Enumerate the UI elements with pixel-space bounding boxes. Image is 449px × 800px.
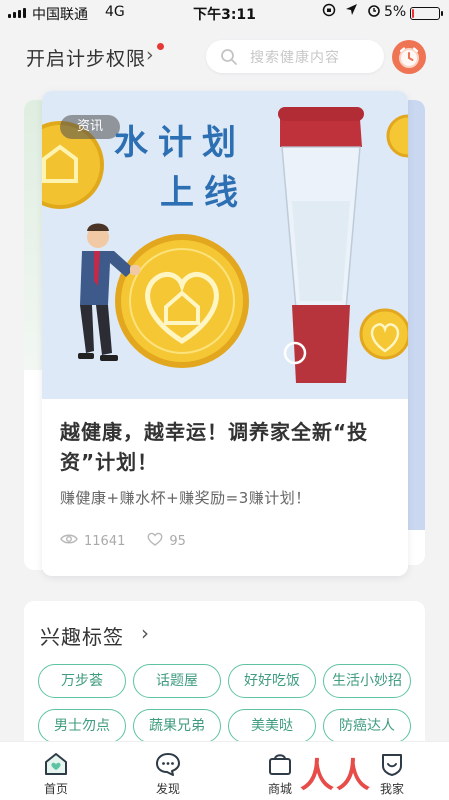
article-banner: 资讯 水计划 上线 — [42, 91, 408, 399]
interest-tag[interactable]: 美美哒 — [228, 709, 316, 743]
status-bar: 中国联通 4G 下午3:11 5% — [0, 0, 449, 26]
tab-discover[interactable]: 发现 — [128, 742, 208, 800]
view-count: 11641 — [84, 533, 126, 549]
eye-icon — [60, 533, 78, 549]
like-count: 95 — [169, 533, 186, 549]
heart-icon[interactable] — [147, 532, 163, 550]
clock-time: 下午3:11 — [193, 7, 256, 23]
search-input[interactable]: 搜索健康内容 — [206, 40, 384, 73]
clock-icon — [399, 47, 419, 68]
interest-tag[interactable]: 生活小妙招 — [323, 664, 411, 698]
alarm-clock-button[interactable] — [392, 40, 426, 74]
search-placeholder: 搜索健康内容 — [250, 50, 340, 66]
alarm-icon — [367, 3, 381, 21]
category-tag: 资讯 — [60, 115, 120, 139]
chevron-right-icon: › — [141, 621, 149, 645]
article-title: 越健康，越幸运！调养家全新“投资”计划！ — [60, 420, 369, 474]
interest-tag[interactable]: 好好吃饭 — [228, 664, 316, 698]
tab-label: 发现 — [155, 782, 180, 796]
battery-percent: 5% — [384, 4, 407, 20]
interest-tag-list: 万步荟 话题屋 好好吃饭 生活小妙招 男士勿点 蔬果兄弟 美美哒 防癌达人 — [38, 664, 418, 743]
watermark-logo: 人人 — [300, 756, 372, 796]
interest-title[interactable]: 兴趣标签 — [40, 621, 124, 650]
chevron-right-icon: › — [146, 44, 154, 66]
profile-shield-icon — [382, 754, 402, 776]
interest-tag[interactable]: 万步荟 — [38, 664, 126, 698]
interest-tags-section: 兴趣标签 › 万步荟 话题屋 好好吃饭 生活小妙招 男士勿点 蔬果兄弟 美美哒 … — [24, 601, 425, 761]
notification-dot — [157, 43, 164, 50]
interest-tag[interactable]: 防癌达人 — [323, 709, 411, 743]
banner-headline-2: 上线 — [160, 173, 248, 213]
search-icon — [220, 48, 238, 70]
tab-label: 首页 — [43, 782, 68, 796]
interest-tag[interactable]: 男士勿点 — [38, 709, 126, 743]
banner-headline-1: 水计划 — [114, 123, 246, 163]
rotation-lock-icon — [322, 3, 336, 21]
chat-bubble-icon — [156, 753, 180, 776]
bottom-tab-bar: 首页 发现 商城 我家 — [0, 741, 449, 800]
feature-article-card[interactable]: 资讯 水计划 上线 越健康，越幸运！调养家全新“投资”计划！ 赚健康+赚水杯+赚… — [42, 91, 408, 576]
step-permission-link[interactable]: 开启计步权限 — [26, 44, 146, 71]
article-subtitle: 赚健康+赚水杯+赚奖励=3赚计划！ — [60, 489, 311, 507]
shopping-bag-icon — [269, 754, 291, 775]
interest-tag[interactable]: 蔬果兄弟 — [133, 709, 221, 743]
interest-tag[interactable]: 话题屋 — [133, 664, 221, 698]
battery-icon — [410, 7, 443, 20]
tab-home[interactable]: 首页 — [16, 742, 96, 800]
home-heart-icon — [45, 753, 67, 775]
location-icon — [345, 3, 358, 21]
